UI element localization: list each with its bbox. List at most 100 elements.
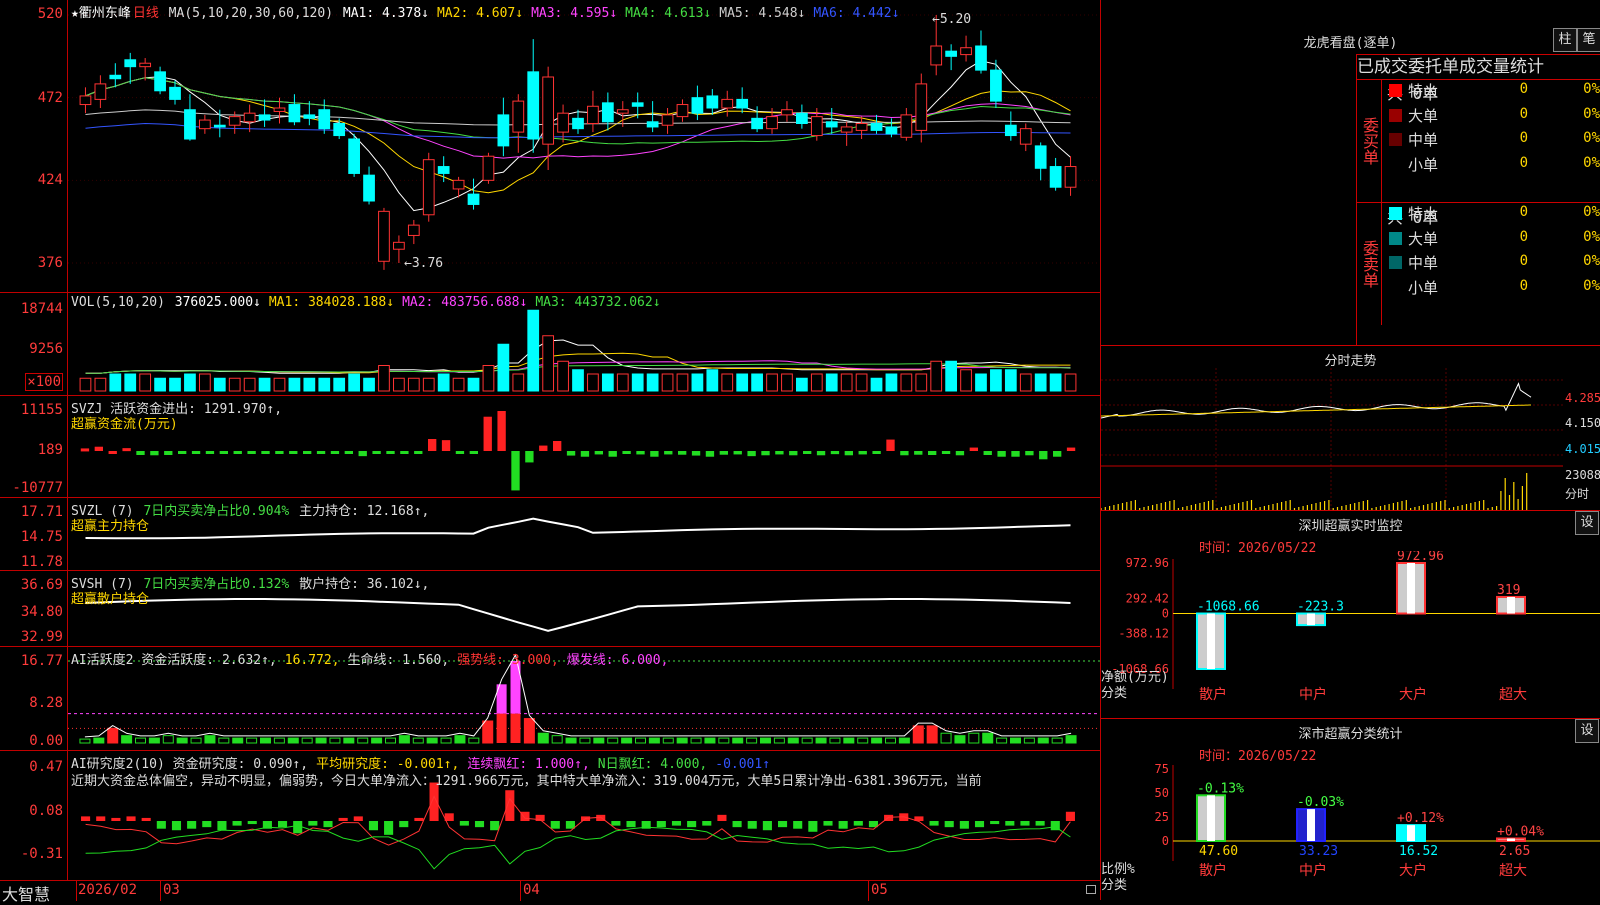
svzl-panel[interactable]: 17.71 14.75 11.78 SVZL (7) 7日内买卖净占比0.904… — [0, 498, 1100, 571]
volume-bar — [169, 377, 181, 392]
volume-bar — [796, 377, 808, 392]
bar-highlight — [1207, 795, 1215, 841]
volume-bar — [781, 373, 793, 392]
volume-bar — [422, 377, 435, 392]
ai-active-item-5: 爆发线: 6.000, — [566, 653, 669, 668]
svsh-panel[interactable]: 36.69 34.80 32.99 SVSH (7) 7日内买卖净占比0.132… — [0, 571, 1100, 647]
research-bar — [323, 821, 333, 828]
research-bar — [990, 821, 1000, 825]
research-bar — [702, 821, 712, 826]
volume-panel[interactable]: 18744 9256 ×100 VOL(5,10,20) 376025.000↓… — [0, 293, 1100, 396]
lhb-table: 已成交委托单成交量统计 委买单 共 0单 特大 0 0% 大单 0 0% 中单 0 0% 小单 0 0… — [1356, 54, 1600, 345]
kline-chart[interactable] — [68, 0, 1100, 292]
ai-active-panel[interactable]: 16.77 8.28 0.00 AI活跃度2 资金活跃度: 2.632↑, 16.… — [0, 647, 1100, 751]
bar-axis-tick: 0 — [1162, 834, 1169, 848]
research-bar — [793, 821, 803, 829]
order-count: 0 — [1519, 105, 1528, 122]
flow-bar — [316, 451, 326, 454]
color-swatch-icon — [1389, 157, 1402, 171]
candle-body — [751, 117, 763, 130]
candle-body — [796, 112, 808, 124]
volume-bar — [1064, 373, 1077, 392]
order-type-label: 小单 — [1408, 278, 1439, 297]
flow-bar — [928, 451, 937, 455]
activity-bar — [371, 737, 383, 744]
activity-bar — [1037, 737, 1049, 744]
flow-bar — [122, 448, 131, 452]
flow-bar — [553, 441, 562, 451]
category-label: 散户 — [1199, 862, 1227, 879]
research-bar — [944, 821, 954, 828]
brand-label[interactable]: 大智慧 — [2, 881, 50, 905]
flow-bar — [136, 451, 145, 455]
activity-bar — [857, 737, 869, 744]
settings-button[interactable]: 设 — [1575, 511, 1599, 535]
svsh-tick: 34.80 — [20, 604, 63, 620]
svsh-ratio: 7日内买卖净占比0.132% — [143, 577, 290, 592]
buy-side-label: 委买单 — [1357, 80, 1382, 202]
kline-panel[interactable]: 520 472 424 376 ★衢州东峰 日线 MA(5,10,20,30,60… — [0, 0, 1100, 293]
volume-bar — [109, 373, 122, 392]
candle-body — [363, 174, 375, 202]
ai-research-axis: 0.47 0.08 -0.31 — [0, 751, 68, 880]
order-percent: 0% — [1583, 130, 1600, 146]
svzj-panel[interactable]: 11155 189 -10777 SVZJ 活跃资金进出: 1291.970↑,… — [0, 396, 1100, 498]
activity-bar — [1051, 737, 1063, 744]
candle-body — [139, 62, 152, 68]
flow-bar — [608, 451, 617, 457]
high-price-mark: ←5.20 — [932, 12, 972, 27]
volume-unit-button[interactable]: ×100 — [25, 373, 63, 391]
activity-bar — [593, 737, 605, 744]
candle-body — [243, 112, 256, 123]
flow-bar — [941, 451, 951, 454]
research-bar — [293, 821, 303, 834]
flow-bar — [261, 451, 270, 454]
class-xlabel: 分类 — [1101, 878, 1128, 893]
flow-bar — [1066, 447, 1076, 451]
bar-value-label: 2.65 — [1499, 844, 1530, 859]
ai-active-tick: 8.28 — [29, 695, 63, 711]
intraday-chart[interactable] — [1101, 368, 1563, 510]
period-label[interactable]: 日线 — [133, 6, 159, 21]
candle-body — [900, 114, 913, 138]
research-bar — [838, 821, 848, 829]
tick-mode-button[interactable]: 笔 — [1577, 28, 1600, 52]
volume-bar — [363, 377, 375, 392]
volume-bar — [228, 377, 241, 392]
research-bar — [565, 821, 575, 829]
bar-mode-button[interactable]: 柱 — [1553, 28, 1577, 52]
candle-body — [288, 104, 301, 123]
candle-body — [422, 159, 435, 216]
order-percent: 0% — [1583, 154, 1600, 171]
flow-bar — [94, 446, 103, 451]
candle-body — [437, 166, 450, 174]
volume-bar — [333, 377, 346, 392]
category-bar-3 — [1396, 824, 1426, 842]
intraday-panel[interactable]: 分时走势 4.285 4.150 4.015 23088 分时 — [1100, 345, 1600, 510]
candle-body — [1049, 166, 1062, 188]
svzj-tick: -10777 — [12, 480, 63, 496]
ai-research-panel[interactable]: 0.47 0.08 -0.31 AI研究度2(10) 资金研究度: 0.090↑… — [0, 751, 1100, 880]
stock-name[interactable]: ★衢州东峰 — [71, 6, 131, 21]
research-bar — [202, 821, 212, 828]
candle-body — [228, 116, 241, 126]
flow-bar — [511, 451, 520, 491]
intraday-title: 分时走势 — [1324, 354, 1377, 369]
flow-bar — [303, 451, 312, 454]
ma-legend-item-2: MA2: 4.607↓ — [436, 6, 524, 21]
flow-bar — [580, 451, 590, 457]
lock-icon[interactable] — [1086, 885, 1096, 894]
retail-holding-line — [85, 598, 1071, 632]
flow-bar — [428, 439, 437, 451]
category-label: 中户 — [1299, 862, 1327, 879]
candle-body — [781, 109, 793, 116]
flow-bar — [636, 451, 645, 455]
activity-bar — [343, 737, 355, 744]
candle-body — [870, 123, 883, 131]
activity-bar — [329, 737, 341, 744]
color-swatch-icon — [1389, 207, 1402, 220]
flow-bar — [372, 451, 381, 454]
color-swatch-icon — [1389, 256, 1402, 269]
activity-bar — [968, 732, 980, 744]
class-settings-button[interactable]: 设 — [1575, 719, 1599, 743]
